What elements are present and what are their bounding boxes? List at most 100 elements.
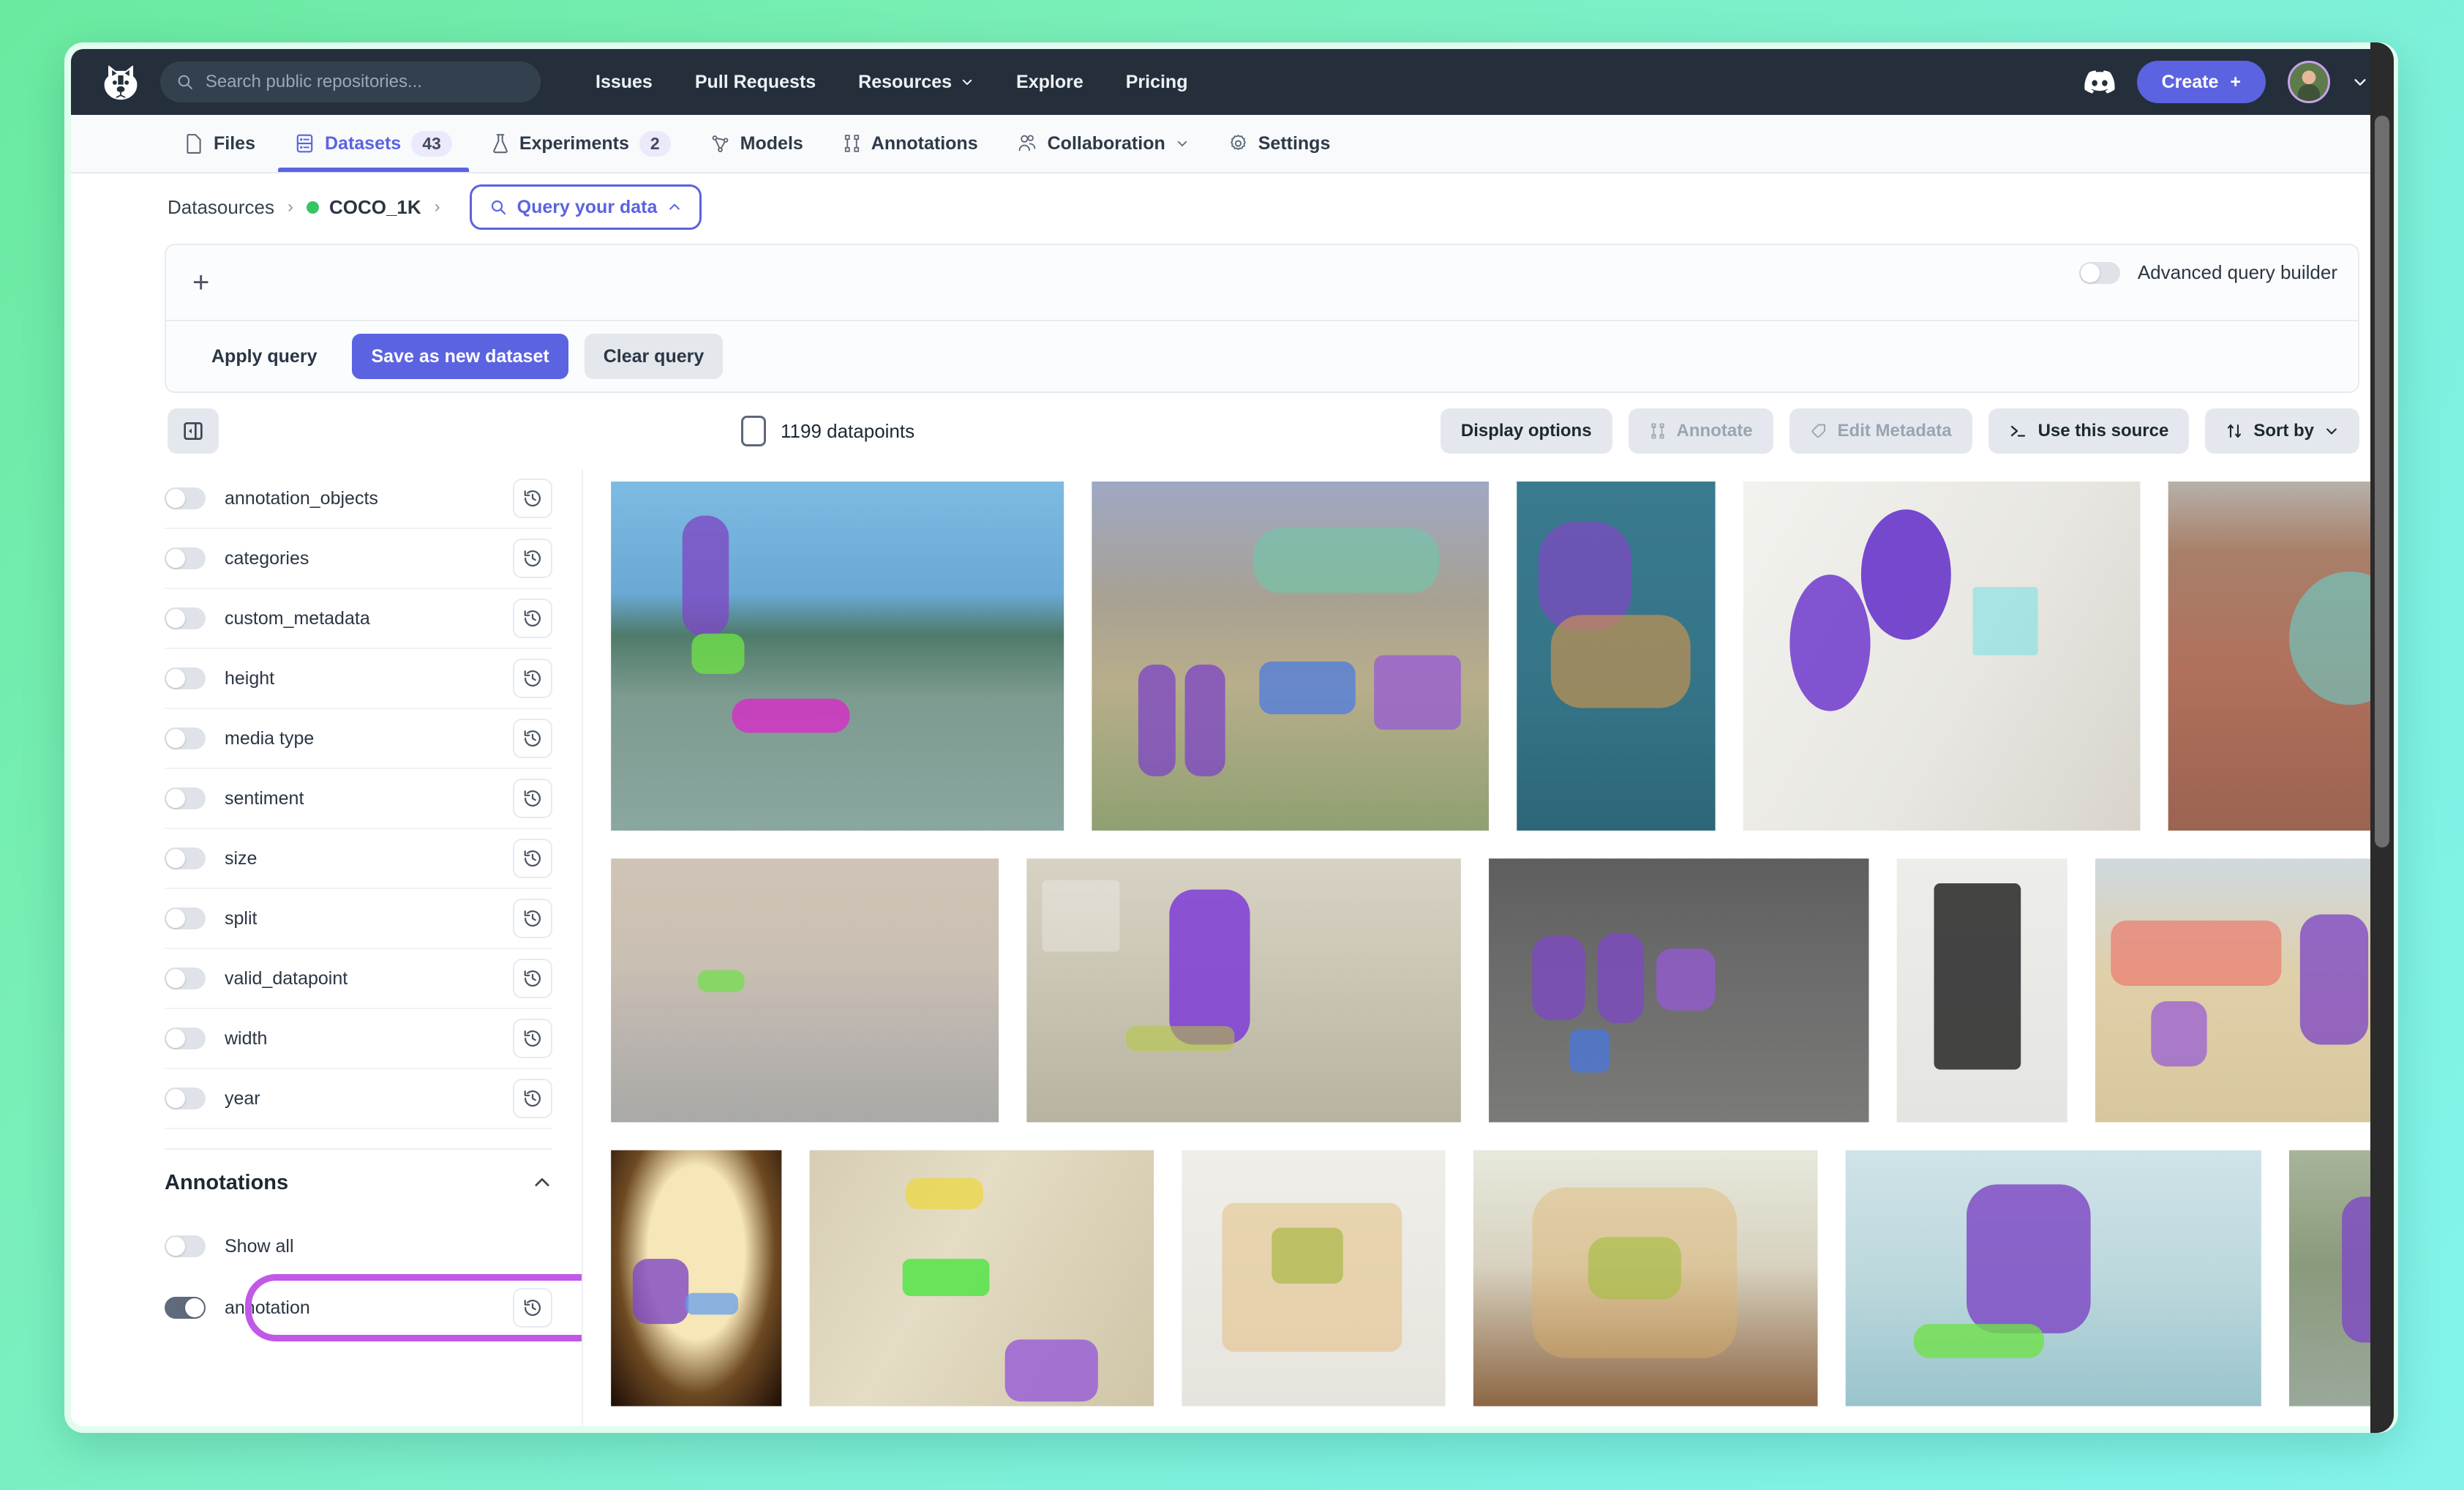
edit-metadata-button[interactable]: Edit Metadata [1789, 408, 1972, 454]
tag-icon [1810, 422, 1828, 440]
tab-label: Experiments [519, 133, 629, 154]
history-icon[interactable] [513, 659, 552, 698]
app-window: Issues Pull Requests Resources Explore P… [64, 42, 2398, 1433]
datapoint-thumbnail[interactable] [1182, 1150, 1445, 1407]
nav-link-label: Resources [858, 72, 952, 93]
annotate-button[interactable]: Annotate [1629, 408, 1773, 454]
history-icon[interactable] [513, 959, 552, 998]
nav-link-resources[interactable]: Resources [837, 72, 995, 93]
search-input[interactable] [206, 72, 525, 92]
datapoint-thumbnail[interactable] [810, 1150, 1154, 1407]
history-icon[interactable] [513, 719, 552, 758]
filter-row[interactable]: split [165, 889, 552, 949]
sort-by-button[interactable]: Sort by [2205, 408, 2359, 454]
annotation-row[interactable]: annotation [165, 1277, 552, 1339]
breadcrumb-datasources[interactable]: Datasources [168, 196, 274, 219]
filter-row[interactable]: year [165, 1069, 552, 1129]
global-search-box[interactable] [160, 61, 541, 102]
history-icon[interactable] [513, 779, 552, 818]
filter-toggle[interactable] [165, 1027, 206, 1049]
history-icon[interactable] [513, 599, 552, 638]
discord-icon[interactable] [2084, 70, 2115, 94]
filter-toggle[interactable] [165, 907, 206, 929]
add-condition-button[interactable]: + [192, 268, 209, 297]
filter-toggle[interactable] [165, 1087, 206, 1109]
advanced-query-builder-toggle[interactable] [2079, 262, 2120, 284]
filter-toggle[interactable] [165, 547, 206, 569]
filter-row[interactable]: width [165, 1009, 552, 1069]
history-icon[interactable] [513, 1079, 552, 1118]
filter-row[interactable]: annotation_objects [165, 469, 552, 529]
tab-settings[interactable]: Settings [1209, 115, 1351, 172]
bulldog-logo-icon[interactable] [99, 60, 143, 104]
sort-icon [2226, 422, 2243, 440]
history-icon[interactable] [513, 839, 552, 878]
filter-toggle[interactable] [165, 967, 206, 989]
tab-collaboration[interactable]: Collaboration [998, 115, 1209, 172]
tab-annotations[interactable]: Annotations [823, 115, 998, 172]
chevron-down-icon[interactable] [2352, 74, 2368, 90]
tab-models[interactable]: Models [691, 115, 823, 172]
history-icon[interactable] [513, 1019, 552, 1058]
vertical-scrollbar[interactable] [2370, 42, 2394, 1433]
datapoint-thumbnail[interactable] [2095, 858, 2398, 1122]
filter-row[interactable]: categories [165, 529, 552, 589]
filter-toggle[interactable] [165, 607, 206, 629]
scrollbar-thumb[interactable] [2375, 116, 2389, 847]
nav-link-pull-requests[interactable]: Pull Requests [674, 72, 837, 93]
filter-toggle[interactable] [165, 727, 206, 749]
datapoint-thumbnail[interactable] [611, 1150, 781, 1407]
filter-toggle[interactable] [165, 787, 206, 809]
datapoint-thumbnail[interactable] [1026, 858, 1461, 1122]
clear-query-button[interactable]: Clear query [585, 334, 724, 379]
panel-collapse-icon[interactable] [168, 408, 219, 454]
filter-row[interactable]: valid_datapoint [165, 949, 552, 1009]
display-options-button[interactable]: Display options [1441, 408, 1612, 454]
history-icon[interactable] [513, 899, 552, 938]
use-this-source-button[interactable]: Use this source [1988, 408, 2190, 454]
nav-link-explore[interactable]: Explore [995, 72, 1105, 93]
filter-toggle[interactable] [165, 847, 206, 869]
save-as-new-dataset-button[interactable]: Save as new dataset [352, 334, 568, 379]
datapoint-thumbnail[interactable] [1489, 858, 1868, 1122]
history-icon[interactable] [513, 479, 552, 518]
datapoint-thumbnail[interactable] [1473, 1150, 1818, 1407]
nav-link-issues[interactable]: Issues [574, 72, 674, 93]
datapoint-thumbnail[interactable] [2168, 482, 2398, 831]
select-all-checkbox[interactable] [741, 416, 766, 446]
breadcrumb-dataset[interactable]: COCO_1K [329, 196, 421, 219]
annotation-row[interactable]: Show all [165, 1216, 552, 1277]
tab-files[interactable]: Files [165, 115, 275, 172]
datapoints-image-grid[interactable] [583, 469, 2398, 1433]
annotations-section-header[interactable]: Annotations [165, 1148, 552, 1216]
filter-toggle[interactable] [165, 667, 206, 689]
filter-row[interactable]: media type [165, 709, 552, 769]
avatar[interactable] [2288, 61, 2330, 103]
chevron-up-icon[interactable] [532, 1172, 552, 1193]
datapoint-thumbnail[interactable] [611, 482, 1064, 831]
datapoint-thumbnail[interactable] [1897, 858, 2067, 1122]
history-icon[interactable] [513, 1288, 552, 1328]
annotation-toggle[interactable] [165, 1297, 206, 1319]
datapoint-thumbnail[interactable] [1517, 482, 1715, 831]
history-icon[interactable] [513, 539, 552, 578]
filter-row[interactable]: height [165, 649, 552, 709]
filter-row[interactable]: size [165, 829, 552, 889]
datapoint-thumbnail[interactable] [1743, 482, 2141, 831]
annotation-toggle[interactable] [165, 1235, 206, 1257]
datapoint-thumbnail[interactable] [1092, 482, 1489, 831]
datapoint-thumbnail[interactable] [611, 858, 999, 1122]
tab-experiments[interactable]: Experiments 2 [472, 115, 691, 172]
create-button[interactable]: Create + [2137, 61, 2266, 103]
nav-link-pricing[interactable]: Pricing [1105, 72, 1209, 93]
tab-datasets[interactable]: Datasets 43 [275, 115, 472, 172]
datapoint-thumbnail[interactable] [1846, 1150, 2261, 1407]
apply-query-button[interactable]: Apply query [192, 334, 336, 379]
query-your-data-button[interactable]: Query your data [470, 184, 702, 230]
filter-row[interactable]: sentiment [165, 769, 552, 829]
filter-label: height [225, 668, 513, 689]
grid-row [611, 1150, 2398, 1407]
sort-by-label: Sort by [2253, 421, 2314, 441]
filter-row[interactable]: custom_metadata [165, 589, 552, 649]
filter-toggle[interactable] [165, 487, 206, 509]
